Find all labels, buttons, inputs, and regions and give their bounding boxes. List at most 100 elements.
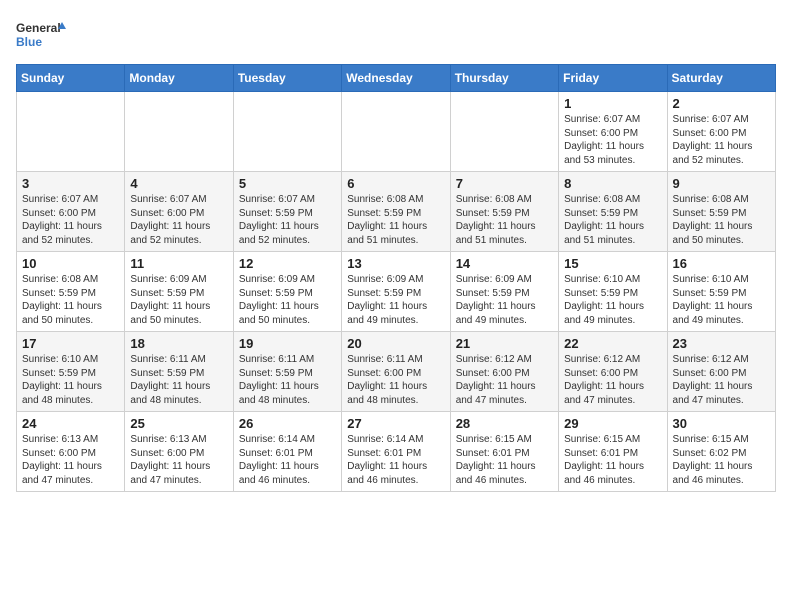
day-info: Sunrise: 6:09 AM Sunset: 5:59 PM Dayligh… [456,273,553,327]
logo: General Blue [16,16,66,56]
day-number: 3 [22,176,119,191]
col-header-sunday: Sunday [17,65,125,92]
day-number: 18 [130,336,227,351]
day-cell: 2 Sunrise: 6:07 AM Sunset: 6:00 PM Daylig… [667,92,775,172]
day-number: 8 [564,176,661,191]
day-cell: 27 Sunrise: 6:14 AM Sunset: 6:01 PM Dayli… [342,412,450,492]
day-number: 11 [130,256,227,271]
week-row-2: 3 Sunrise: 6:07 AM Sunset: 6:00 PM Daylig… [17,172,776,252]
day-cell: 19 Sunrise: 6:11 AM Sunset: 5:59 PM Dayli… [233,332,341,412]
day-cell [125,92,233,172]
day-info: Sunrise: 6:14 AM Sunset: 6:01 PM Dayligh… [347,433,444,487]
col-header-wednesday: Wednesday [342,65,450,92]
day-number: 13 [347,256,444,271]
day-cell: 1Sunrise: 6:07 AM Sunset: 6:00 PM Daylig… [559,92,667,172]
day-info: Sunrise: 6:11 AM Sunset: 6:00 PM Dayligh… [347,353,444,407]
day-info: Sunrise: 6:07 AM Sunset: 5:59 PM Dayligh… [239,193,336,247]
day-info: Sunrise: 6:11 AM Sunset: 5:59 PM Dayligh… [130,353,227,407]
svg-text:Blue: Blue [16,35,42,49]
day-cell: 5 Sunrise: 6:07 AM Sunset: 5:59 PM Daylig… [233,172,341,252]
header-row: SundayMondayTuesdayWednesdayThursdayFrid… [17,65,776,92]
day-cell: 13 Sunrise: 6:09 AM Sunset: 5:59 PM Dayli… [342,252,450,332]
day-info: Sunrise: 6:12 AM Sunset: 6:00 PM Dayligh… [564,353,661,407]
day-cell [17,92,125,172]
day-info: Sunrise: 6:08 AM Sunset: 5:59 PM Dayligh… [22,273,119,327]
day-number: 12 [239,256,336,271]
day-number: 2 [673,96,770,111]
day-cell: 10Sunrise: 6:08 AM Sunset: 5:59 PM Dayli… [17,252,125,332]
day-info: Sunrise: 6:08 AM Sunset: 5:59 PM Dayligh… [456,193,553,247]
day-info: Sunrise: 6:09 AM Sunset: 5:59 PM Dayligh… [239,273,336,327]
day-number: 22 [564,336,661,351]
day-info: Sunrise: 6:07 AM Sunset: 6:00 PM Dayligh… [673,113,770,167]
day-cell: 25Sunrise: 6:13 AM Sunset: 6:00 PM Dayli… [125,412,233,492]
day-number: 17 [22,336,119,351]
day-info: Sunrise: 6:08 AM Sunset: 5:59 PM Dayligh… [347,193,444,247]
day-info: Sunrise: 6:13 AM Sunset: 6:00 PM Dayligh… [22,433,119,487]
week-row-3: 10Sunrise: 6:08 AM Sunset: 5:59 PM Dayli… [17,252,776,332]
day-cell: 15Sunrise: 6:10 AM Sunset: 5:59 PM Dayli… [559,252,667,332]
day-number: 25 [130,416,227,431]
day-info: Sunrise: 6:07 AM Sunset: 6:00 PM Dayligh… [564,113,661,167]
day-info: Sunrise: 6:15 AM Sunset: 6:02 PM Dayligh… [673,433,770,487]
calendar-table: SundayMondayTuesdayWednesdayThursdayFrid… [16,64,776,492]
day-cell: 4 Sunrise: 6:07 AM Sunset: 6:00 PM Daylig… [125,172,233,252]
day-cell: 18 Sunrise: 6:11 AM Sunset: 5:59 PM Dayli… [125,332,233,412]
day-number: 19 [239,336,336,351]
day-cell: 17 Sunrise: 6:10 AM Sunset: 5:59 PM Dayli… [17,332,125,412]
day-number: 30 [673,416,770,431]
day-number: 9 [673,176,770,191]
day-info: Sunrise: 6:08 AM Sunset: 5:59 PM Dayligh… [564,193,661,247]
day-number: 26 [239,416,336,431]
day-info: Sunrise: 6:14 AM Sunset: 6:01 PM Dayligh… [239,433,336,487]
day-number: 23 [673,336,770,351]
day-number: 6 [347,176,444,191]
day-cell: 6 Sunrise: 6:08 AM Sunset: 5:59 PM Daylig… [342,172,450,252]
day-cell: 30 Sunrise: 6:15 AM Sunset: 6:02 PM Dayli… [667,412,775,492]
day-cell: 23 Sunrise: 6:12 AM Sunset: 6:00 PM Dayli… [667,332,775,412]
day-info: Sunrise: 6:07 AM Sunset: 6:00 PM Dayligh… [130,193,227,247]
day-cell: 8 Sunrise: 6:08 AM Sunset: 5:59 PM Daylig… [559,172,667,252]
col-header-friday: Friday [559,65,667,92]
col-header-saturday: Saturday [667,65,775,92]
col-header-monday: Monday [125,65,233,92]
day-number: 7 [456,176,553,191]
day-info: Sunrise: 6:12 AM Sunset: 6:00 PM Dayligh… [456,353,553,407]
week-row-1: 1Sunrise: 6:07 AM Sunset: 6:00 PM Daylig… [17,92,776,172]
day-number: 20 [347,336,444,351]
day-info: Sunrise: 6:11 AM Sunset: 5:59 PM Dayligh… [239,353,336,407]
day-cell: 22 Sunrise: 6:12 AM Sunset: 6:00 PM Dayli… [559,332,667,412]
day-info: Sunrise: 6:15 AM Sunset: 6:01 PM Dayligh… [456,433,553,487]
day-info: Sunrise: 6:10 AM Sunset: 5:59 PM Dayligh… [22,353,119,407]
day-cell: 16Sunrise: 6:10 AM Sunset: 5:59 PM Dayli… [667,252,775,332]
day-number: 4 [130,176,227,191]
day-cell [233,92,341,172]
day-number: 5 [239,176,336,191]
day-info: Sunrise: 6:12 AM Sunset: 6:00 PM Dayligh… [673,353,770,407]
col-header-tuesday: Tuesday [233,65,341,92]
day-cell: 14 Sunrise: 6:09 AM Sunset: 5:59 PM Dayli… [450,252,558,332]
day-number: 14 [456,256,553,271]
day-number: 15 [564,256,661,271]
week-row-5: 24Sunrise: 6:13 AM Sunset: 6:00 PM Dayli… [17,412,776,492]
day-cell: 3 Sunrise: 6:07 AM Sunset: 6:00 PM Daylig… [17,172,125,252]
day-info: Sunrise: 6:07 AM Sunset: 6:00 PM Dayligh… [22,193,119,247]
day-info: Sunrise: 6:08 AM Sunset: 5:59 PM Dayligh… [673,193,770,247]
day-info: Sunrise: 6:09 AM Sunset: 5:59 PM Dayligh… [130,273,227,327]
svg-text:General: General [16,21,61,35]
day-cell: 26 Sunrise: 6:14 AM Sunset: 6:01 PM Dayli… [233,412,341,492]
page-header: General Blue [16,16,776,56]
day-number: 21 [456,336,553,351]
day-cell: 12 Sunrise: 6:09 AM Sunset: 5:59 PM Dayli… [233,252,341,332]
day-number: 29 [564,416,661,431]
day-number: 28 [456,416,553,431]
day-cell: 9 Sunrise: 6:08 AM Sunset: 5:59 PM Daylig… [667,172,775,252]
day-cell: 24Sunrise: 6:13 AM Sunset: 6:00 PM Dayli… [17,412,125,492]
day-cell: 20 Sunrise: 6:11 AM Sunset: 6:00 PM Dayli… [342,332,450,412]
day-info: Sunrise: 6:09 AM Sunset: 5:59 PM Dayligh… [347,273,444,327]
day-cell: 29Sunrise: 6:15 AM Sunset: 6:01 PM Dayli… [559,412,667,492]
day-cell: 11 Sunrise: 6:09 AM Sunset: 5:59 PM Dayli… [125,252,233,332]
day-number: 27 [347,416,444,431]
day-info: Sunrise: 6:10 AM Sunset: 5:59 PM Dayligh… [673,273,770,327]
day-cell: 28 Sunrise: 6:15 AM Sunset: 6:01 PM Dayli… [450,412,558,492]
